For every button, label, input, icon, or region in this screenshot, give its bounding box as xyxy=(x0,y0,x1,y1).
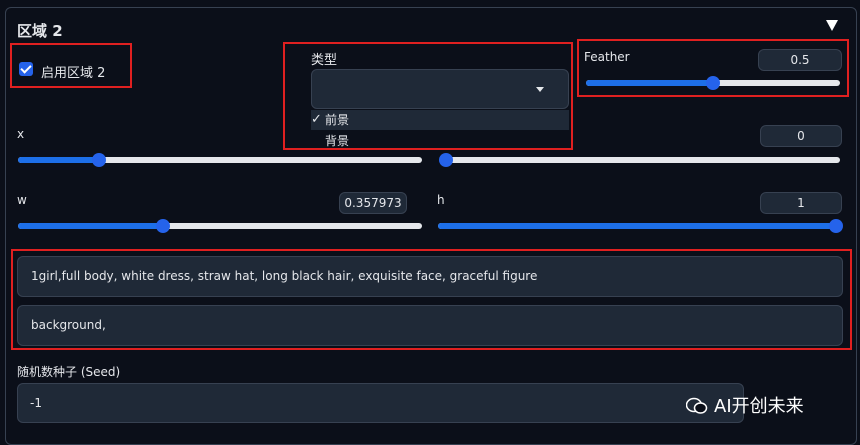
watermark-text: AI开创未来 xyxy=(714,396,804,417)
highlight-type xyxy=(283,42,573,150)
w-slider[interactable] xyxy=(18,219,422,233)
h-label: h xyxy=(437,193,445,207)
y-value-input[interactable]: 0 xyxy=(760,125,842,147)
collapse-triangle-icon[interactable] xyxy=(826,20,838,31)
slider-thumb[interactable] xyxy=(155,219,170,233)
h-slider[interactable] xyxy=(438,219,843,233)
h-value-input[interactable]: 1 xyxy=(760,192,842,214)
highlight-feather xyxy=(577,39,849,97)
y-slider[interactable] xyxy=(439,153,840,167)
slider-thumb[interactable] xyxy=(439,153,453,167)
w-value-input[interactable]: 0.357973 xyxy=(339,192,407,214)
wechat-icon xyxy=(686,397,708,414)
highlight-enable xyxy=(10,43,132,88)
seed-label: 随机数种子 (Seed) xyxy=(17,365,121,379)
seed-input[interactable]: -1 xyxy=(17,383,744,423)
w-label: w xyxy=(17,193,27,207)
slider-thumb[interactable] xyxy=(829,219,843,233)
section-title: 区域 2 xyxy=(17,22,63,40)
x-slider[interactable] xyxy=(18,153,422,167)
watermark: AI开创未来 xyxy=(686,392,804,418)
x-label: x xyxy=(17,127,25,141)
slider-thumb[interactable] xyxy=(91,153,106,167)
highlight-prompts xyxy=(11,249,852,350)
